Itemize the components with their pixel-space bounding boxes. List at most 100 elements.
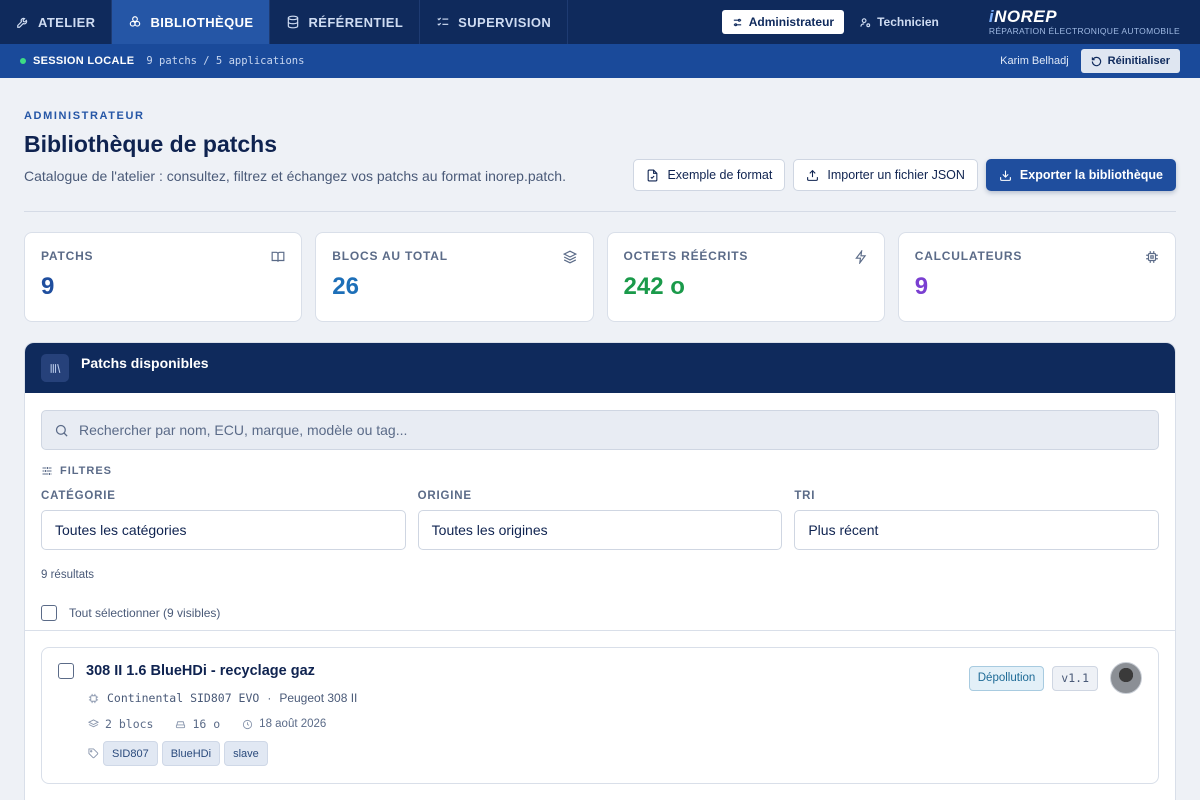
page-title: Bibliothèque de patchs: [24, 131, 278, 157]
filter-origin-label: ORIGINE: [417, 490, 472, 502]
category-select[interactable]: Toutes les catégories: [41, 510, 406, 550]
page-header: ADMINISTRATEUR Bibliothèque de patchs Ca…: [24, 78, 1176, 212]
select-all-label: Tout sélectionner (9 visibles): [69, 606, 221, 620]
search-bar: [41, 410, 1159, 450]
panel-header: Patchs disponibles: [25, 343, 1175, 393]
brand-logo: iNOREP RÉPARATION ÉLECTRONIQUE AUTOMOBIL…: [989, 0, 1180, 44]
tag-chip[interactable]: slave: [224, 741, 268, 766]
tab-atelier[interactable]: ATELIER: [0, 0, 113, 44]
reset-label: Réinitialiser: [1107, 55, 1170, 67]
filters-label: FILTRES: [60, 465, 113, 477]
header-actions: Exemple de format Importer un fichier JS…: [633, 159, 1176, 191]
database-icon: [288, 15, 299, 29]
panel-title: Patchs disponibles: [81, 355, 209, 371]
tab-supervision[interactable]: SUPERVISION: [420, 0, 569, 44]
export-library-button[interactable]: Exporter la bibliothèque: [985, 159, 1176, 191]
tag-chip[interactable]: SID807: [103, 741, 158, 766]
session-user: Karim Belhadj: [1000, 55, 1069, 67]
sort-select[interactable]: Plus récent: [794, 510, 1160, 550]
filter-origin: ORIGINE Toutes les origines: [417, 490, 783, 550]
layers-icon: [562, 250, 577, 264]
library-icon: [130, 16, 141, 27]
import-json-button[interactable]: Importer un fichier JSON: [793, 159, 978, 191]
download-icon: [1000, 170, 1011, 181]
filter-sort: TRI Plus récent: [794, 490, 1160, 550]
role-admin-button[interactable]: Administrateur: [721, 10, 845, 34]
chip-icon: [1146, 251, 1158, 263]
tag-chip[interactable]: BlueHDi: [161, 741, 221, 766]
patch-bytes: 16 o: [192, 717, 221, 731]
session-meta: 9 patchs / 5 applications: [146, 55, 305, 67]
user-gear-icon: [860, 17, 871, 27]
book-icon: [271, 251, 285, 262]
stat-card-octets: OCTETS RÉÉCRITS 242 o: [606, 232, 885, 322]
patch-stats: 2 blocs 16 o 18 août 2026: [88, 717, 1142, 731]
select-all-checkbox[interactable]: [41, 605, 57, 621]
filter-sort-label: TRI: [794, 490, 816, 502]
stat-value: 9: [914, 273, 929, 300]
patch-blocks: 2 blocs: [105, 717, 154, 731]
example-format-button[interactable]: Exemple de format: [633, 159, 786, 191]
filter-sliders-icon: [42, 467, 52, 475]
bolt-icon: [854, 250, 866, 264]
patch-vehicle: Peugeot 308 II: [279, 691, 358, 705]
filter-category-label: CATÉGORIE: [41, 490, 116, 502]
upload-icon: [807, 169, 819, 181]
search-input[interactable]: [79, 422, 1146, 438]
patch-checkbox[interactable]: [58, 663, 74, 679]
status-dot: [20, 58, 26, 64]
author-avatar: [1110, 662, 1142, 694]
patch-badges: Dépollution v1.1: [968, 662, 1142, 694]
patch-date: 18 août 2026: [259, 718, 327, 730]
stat-label: BLOCS AU TOTAL: [332, 249, 448, 263]
clock-icon: [243, 719, 253, 729]
import-json-label: Importer un fichier JSON: [827, 168, 965, 182]
version-badge: v1.1: [1052, 665, 1098, 691]
sliders-icon: [733, 18, 741, 26]
search-icon: [55, 424, 68, 437]
tab-bibliotheque[interactable]: BIBLIOTHÈQUE: [112, 0, 271, 44]
results-count: 9 résultats: [41, 569, 95, 581]
category-badge: Dépollution: [968, 665, 1045, 691]
stat-label: OCTETS RÉÉCRITS: [623, 249, 749, 263]
filter-row: CATÉGORIE Toutes les catégories ORIGINE …: [41, 490, 1160, 550]
stat-value: 242 o: [623, 273, 685, 300]
stat-card-blocs: BLOCS AU TOTAL 26: [315, 232, 594, 322]
brand-subtitle: RÉPARATION ÉLECTRONIQUE AUTOMOBILE: [988, 26, 1180, 37]
session-bar: SESSION LOCALE 9 patchs / 5 applications…: [0, 44, 1200, 78]
filters-heading: FILTRES: [41, 465, 1159, 477]
role-tech-button[interactable]: Technicien: [850, 10, 949, 34]
tab-label: RÉFÉRENTIEL: [308, 14, 404, 30]
patch-panel: Patchs disponibles FILTRES CATÉGORIE Tou…: [24, 342, 1176, 800]
drive-icon: [176, 720, 186, 728]
select-all-row: Tout sélectionner (9 visibles): [41, 605, 1159, 621]
tab-referentiel[interactable]: RÉFÉRENTIEL: [270, 0, 421, 44]
role-admin-label: Administrateur: [748, 15, 835, 29]
tag-icon: [88, 748, 99, 759]
stat-label: PATCHS: [41, 249, 94, 263]
library-books-icon: [41, 354, 69, 382]
layers-icon: [88, 718, 99, 727]
patch-tags: SID807 BlueHDi slave: [88, 741, 1142, 766]
brand-name-rest: NOREP: [994, 7, 1058, 27]
export-library-label: Exporter la bibliothèque: [1019, 168, 1163, 182]
file-icon: [648, 169, 658, 181]
origin-select[interactable]: Toutes les origines: [417, 510, 783, 550]
stat-card-calculateurs: CALCULATEURS 9: [897, 232, 1176, 322]
wrench-icon: [17, 17, 28, 28]
patch-title[interactable]: 308 II 1.6 BlueHDi - recyclage gaz: [86, 663, 315, 679]
role-tech-label: Technicien: [877, 15, 939, 29]
example-format-label: Exemple de format: [667, 168, 773, 182]
stat-value: 26: [332, 273, 359, 300]
stat-value: 9: [41, 273, 55, 300]
stat-card-patchs: PATCHS 9: [24, 232, 303, 322]
top-nav: ATELIER BIBLIOTHÈQUE RÉFÉRENTIEL SUPERVI…: [0, 0, 1200, 44]
patch-card[interactable]: 308 II 1.6 BlueHDi - recyclage gaz Conti…: [41, 647, 1159, 784]
meta-separator: ·: [267, 691, 272, 705]
patch-ecu: Continental SID807 EVO: [107, 691, 260, 705]
tab-label: SUPERVISION: [458, 14, 552, 30]
tab-label: BIBLIOTHÈQUE: [150, 14, 254, 30]
divider: [25, 630, 1175, 631]
page-content: ADMINISTRATEUR Bibliothèque de patchs Ca…: [0, 78, 1200, 800]
reset-button[interactable]: Réinitialiser: [1080, 49, 1180, 73]
